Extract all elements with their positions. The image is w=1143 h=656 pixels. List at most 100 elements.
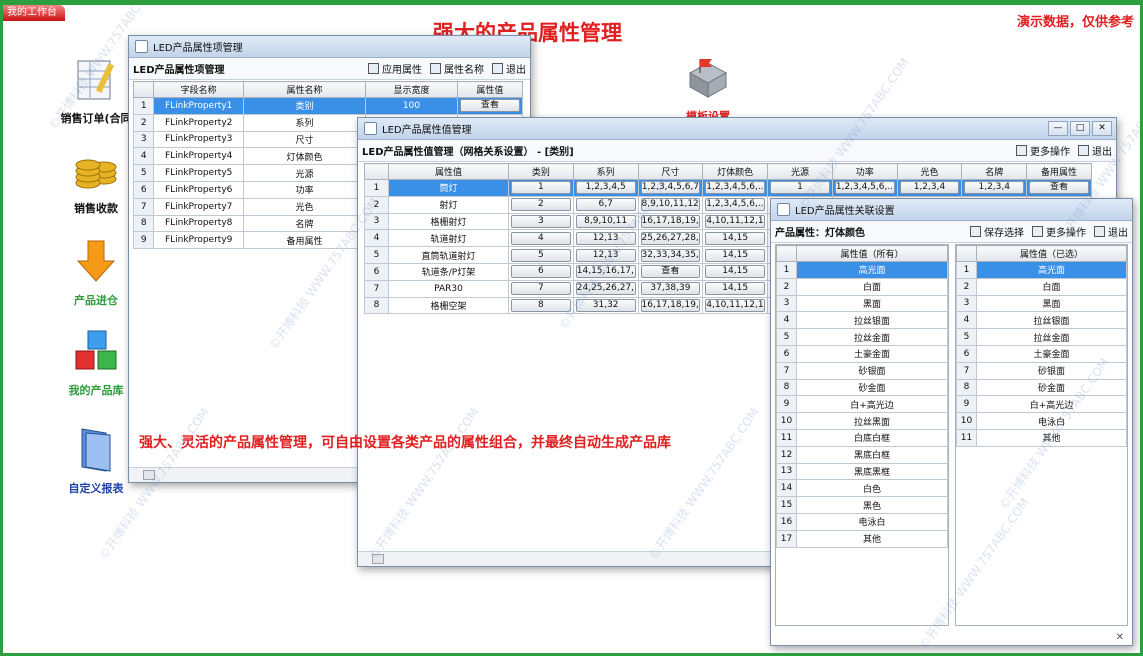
value-link-button[interactable]: 37,38,39: [640, 282, 701, 296]
list-item[interactable]: 10 拉丝黑面: [776, 412, 948, 430]
table-cell[interactable]: 3: [508, 212, 574, 231]
value-link-button[interactable]: 6: [511, 265, 571, 279]
list-item[interactable]: 15 黑色: [776, 496, 948, 514]
table-cell[interactable]: 32,33,34,35,36: [637, 246, 704, 264]
table-cell[interactable]: 14,15: [702, 246, 769, 264]
table-cell[interactable]: 16,17,18,19,...: [637, 212, 704, 231]
value-link-button[interactable]: 32,33,34,35,36: [640, 248, 701, 262]
table-cell[interactable]: 12,13: [572, 246, 639, 264]
column-header[interactable]: 属性值: [388, 163, 509, 180]
value-link-button[interactable]: 31,32: [575, 298, 636, 312]
table-cell[interactable]: 12,13: [572, 229, 639, 248]
more-actions-button[interactable]: 更多操作: [1032, 224, 1086, 239]
table-cell[interactable]: 7: [508, 279, 574, 298]
table-cell[interactable]: 5: [508, 246, 574, 264]
table-cell[interactable]: 筒灯: [388, 179, 509, 197]
table-cell[interactable]: 1,2,3,4,5,6,...: [702, 179, 769, 197]
list-item[interactable]: 7 砂银面: [776, 361, 948, 380]
value-link-button[interactable]: 查看: [1029, 181, 1089, 195]
close-button[interactable]: ✕: [1092, 121, 1112, 136]
list-item-value[interactable]: 黑底黑框: [796, 462, 948, 481]
list-item[interactable]: 5 拉丝金面: [956, 328, 1127, 346]
list-item-value[interactable]: 白+高光边: [796, 395, 948, 414]
column-header[interactable]: 显示宽度: [365, 81, 458, 98]
table-cell[interactable]: FLinkProperty7: [153, 197, 244, 216]
list-item[interactable]: 8 砂金面: [956, 378, 1127, 397]
table-cell[interactable]: 光源: [242, 164, 367, 182]
table-row[interactable]: 1 FLinkProperty1 类别 100 查看: [132, 97, 524, 115]
value-link-button[interactable]: 1,2,3,4,5,6,7: [640, 181, 701, 195]
column-header[interactable]: 光色: [896, 163, 963, 180]
table-cell[interactable]: 8: [508, 296, 574, 315]
table-cell[interactable]: FLinkProperty5: [153, 164, 244, 182]
value-link-button[interactable]: 12,13: [575, 248, 636, 262]
window-titlebar[interactable]: LED产品属性项管理: [129, 36, 530, 58]
value-link-button[interactable]: 3: [511, 214, 571, 228]
table-cell[interactable]: 100: [365, 97, 458, 115]
table-cell[interactable]: FLinkProperty6: [153, 180, 244, 199]
value-link-button[interactable]: 1: [770, 181, 830, 195]
list-item[interactable]: 17 其他: [776, 529, 948, 548]
table-cell[interactable]: 14,15,16,17,...: [572, 262, 639, 281]
list-item[interactable]: 8 砂金面: [776, 378, 948, 397]
table-cell[interactable]: 1,2,3,4,5,6,7: [637, 179, 704, 197]
value-link-button[interactable]: 16,17,18,19,...: [640, 298, 701, 312]
resize-handle[interactable]: ✕: [1116, 632, 1124, 643]
list-item[interactable]: 10 电泳白: [956, 412, 1127, 430]
column-header[interactable]: 灯体颜色: [702, 163, 769, 180]
table-cell[interactable]: 2: [508, 195, 574, 214]
list-item[interactable]: 12 黑底白框: [776, 445, 948, 464]
list-item-value[interactable]: 黑面: [796, 294, 948, 313]
value-link-button[interactable]: 14,15,16,17,...: [575, 265, 636, 279]
column-header[interactable]: 属性值（所有）: [796, 245, 948, 262]
table-cell[interactable]: 1,2,3,4: [961, 179, 1028, 197]
scroll-thumb[interactable]: [143, 470, 155, 480]
table-cell[interactable]: FLinkProperty9: [153, 231, 244, 250]
list-item-value[interactable]: 拉丝金面: [976, 328, 1127, 346]
list-item-value[interactable]: 砂银面: [796, 361, 948, 380]
table-cell[interactable]: 31,32: [572, 296, 639, 315]
table-cell[interactable]: FLinkProperty1: [153, 97, 244, 115]
list-item[interactable]: 3 黑面: [956, 294, 1127, 313]
list-item-value[interactable]: 其他: [796, 529, 948, 548]
list-item[interactable]: 14 白色: [776, 479, 948, 498]
table-cell[interactable]: 类别: [242, 97, 367, 115]
value-link-button[interactable]: 24,25,26,27,...: [575, 282, 636, 296]
list-item-value[interactable]: 拉丝银面: [796, 311, 948, 330]
list-item-value[interactable]: 土豪金面: [796, 344, 948, 363]
attribute-name-button[interactable]: 属性名称: [430, 61, 484, 76]
table-cell[interactable]: 1,2,3,4,5,6,...: [831, 179, 898, 197]
value-link-button[interactable]: 8,9,10,11: [575, 214, 636, 228]
table-cell[interactable]: 14,15: [702, 229, 769, 248]
table-cell[interactable]: 14,15: [702, 262, 769, 281]
maximize-button[interactable]: □: [1070, 121, 1090, 136]
list-item-value[interactable]: 拉丝银面: [976, 311, 1127, 330]
table-cell[interactable]: 4,10,11,12,1...: [702, 212, 769, 231]
table-cell[interactable]: 查看: [1026, 179, 1092, 197]
table-cell[interactable]: FLinkProperty4: [153, 147, 244, 166]
list-item[interactable]: 11 白底白框: [776, 428, 948, 447]
table-cell[interactable]: 尺寸: [242, 130, 367, 149]
list-item-value[interactable]: 高光面: [796, 261, 948, 279]
table-cell[interactable]: 备用属性: [242, 231, 367, 250]
value-link-button[interactable]: 1,2,3,4,5,6,...: [834, 181, 895, 195]
table-cell[interactable]: 格栅空架: [388, 296, 509, 315]
list-item[interactable]: 11 其他: [956, 428, 1127, 447]
list-item[interactable]: 4 拉丝银面: [776, 311, 948, 330]
list-item[interactable]: 6 土豪金面: [776, 344, 948, 363]
table-row[interactable]: 1 筒灯 1 1,2,3,4,5 1,2,3,4,5,6,7 1,2,3,4,5,6,..…: [364, 179, 1092, 197]
value-link-button[interactable]: 1,2,3,4: [964, 181, 1025, 195]
list-item-value[interactable]: 砂金面: [796, 378, 948, 397]
column-header[interactable]: 属性值（已选）: [976, 245, 1127, 262]
table-cell[interactable]: PAR30: [388, 279, 509, 298]
value-link-button[interactable]: 5: [511, 248, 571, 262]
list-item[interactable]: 2 白面: [956, 277, 1127, 296]
value-link-button[interactable]: 14,15: [705, 282, 766, 296]
value-link-button[interactable]: 8,9,10,11,12...: [640, 198, 701, 212]
table-cell[interactable]: 查看: [637, 262, 704, 281]
value-link-button[interactable]: 1: [511, 181, 571, 195]
table-cell[interactable]: 16,17,18,19,...: [637, 296, 704, 315]
flag-blocks-icon[interactable]: [686, 57, 730, 103]
list-item[interactable]: 4 拉丝银面: [956, 311, 1127, 330]
list-item[interactable]: 1 高光面: [776, 261, 948, 279]
